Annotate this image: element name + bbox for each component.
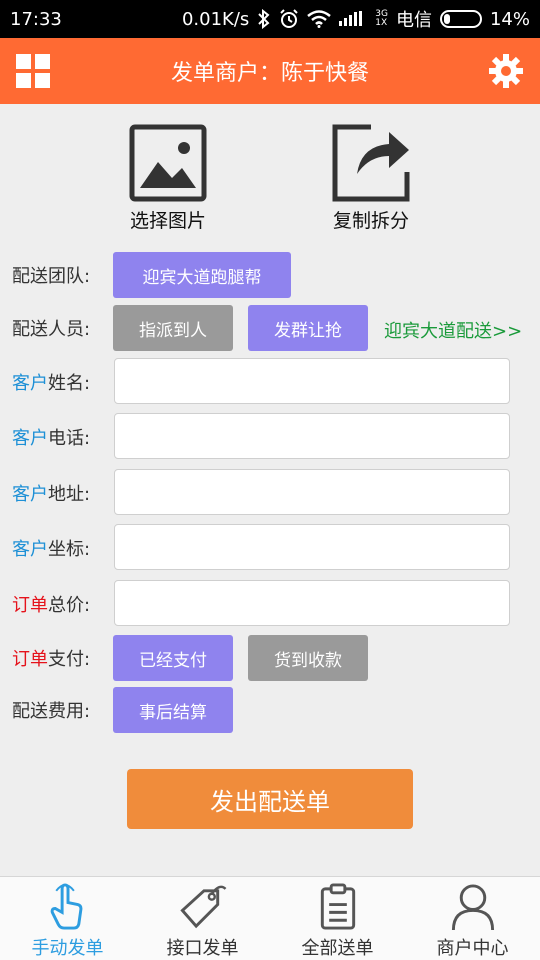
staff-row: 配送人员: [12, 304, 112, 352]
bottom-tab-bar: 手动发单 接口发单 全部送单 商户中心 [0, 876, 540, 960]
order-payment-label: 订单支付: [12, 649, 91, 670]
customer-address-input[interactable] [114, 469, 510, 515]
tab-all-deliveries[interactable]: 全部送单 [270, 877, 405, 960]
copy-split-button[interactable]: 复制拆分 [311, 124, 431, 233]
tab-label: 商户中心 [436, 938, 509, 959]
app-header: 发单商户：陈于快餐 [0, 38, 540, 104]
tag-icon [179, 885, 226, 929]
signal-icon [339, 11, 367, 27]
delivery-link[interactable]: 迎宾大道配送>> [384, 317, 522, 343]
select-image-label: 选择图片 [129, 210, 206, 232]
tab-manual-order[interactable]: 手动发单 [0, 877, 135, 960]
settle-later-button[interactable]: 事后结算 [113, 687, 233, 733]
order-total-input[interactable] [114, 580, 510, 626]
customer-phone-input[interactable] [114, 413, 510, 459]
cash-on-delivery-button[interactable]: 货到收款 [248, 635, 368, 681]
tab-label: 接口发单 [166, 938, 239, 959]
tab-api-order[interactable]: 接口发单 [135, 877, 270, 960]
page-title: 发单商户：陈于快餐 [170, 61, 369, 86]
team-select-button[interactable]: 迎宾大道跑腿帮 [113, 252, 291, 298]
customer-coords-label: 客户坐标: [12, 539, 91, 560]
carrier: 电信 [395, 10, 432, 31]
clipboard-icon [320, 883, 355, 930]
user-icon [451, 884, 494, 931]
tab-label: 手动发单 [31, 938, 104, 959]
order-total-row: 订单总价: [12, 580, 112, 628]
battery-icon [439, 10, 482, 28]
team-label: 配送团队: [12, 266, 91, 287]
staff-label: 配送人员: [12, 319, 91, 340]
image-icon [129, 124, 207, 202]
status-time: 17:33 [10, 8, 62, 30]
assign-person-button[interactable]: 指派到人 [113, 305, 233, 351]
network-speed: 0.01K/s [181, 8, 250, 30]
tab-label: 全部送单 [301, 938, 374, 959]
fee-row: 配送费用: [12, 686, 112, 734]
paid-button[interactable]: 已经支付 [113, 635, 233, 681]
bluetooth-icon [257, 9, 271, 29]
team-row: 配送团队: [12, 251, 112, 299]
submit-order-button[interactable]: 发出配送单 [127, 769, 413, 829]
order-payment-row: 订单支付: [12, 634, 112, 682]
customer-name-label: 客户姓名: [12, 373, 91, 394]
status-bar: 17:33 0.01K/s 3G 1X 电信 14% [0, 0, 540, 38]
customer-coords-input[interactable] [114, 524, 510, 570]
select-image-button[interactable]: 选择图片 [108, 124, 228, 233]
customer-address-label: 客户地址: [12, 484, 91, 505]
grid-icon[interactable] [16, 54, 50, 88]
customer-phone-label: 客户电话: [12, 428, 91, 449]
customer-phone-row: 客户电话: [12, 413, 112, 461]
battery-percent: 14% [489, 8, 530, 30]
customer-name-row: 客户姓名: [12, 358, 112, 406]
order-total-label: 订单总价: [12, 595, 91, 616]
alarm-icon [279, 9, 299, 29]
network-type: 3G 1X [375, 9, 388, 28]
tool-row: 选择图片 复制拆分 [0, 124, 540, 234]
copy-split-label: 复制拆分 [332, 210, 409, 232]
customer-address-row: 客户地址: [12, 469, 112, 517]
hand-pointer-icon [50, 883, 82, 930]
share-icon [332, 124, 410, 202]
fee-label: 配送费用: [12, 701, 91, 722]
gear-icon[interactable] [488, 53, 524, 89]
group-grab-button[interactable]: 发群让抢 [248, 305, 368, 351]
tab-merchant-center[interactable]: 商户中心 [405, 877, 540, 960]
customer-name-input[interactable] [114, 358, 510, 404]
wifi-icon [307, 10, 332, 28]
customer-coords-row: 客户坐标: [12, 524, 112, 572]
